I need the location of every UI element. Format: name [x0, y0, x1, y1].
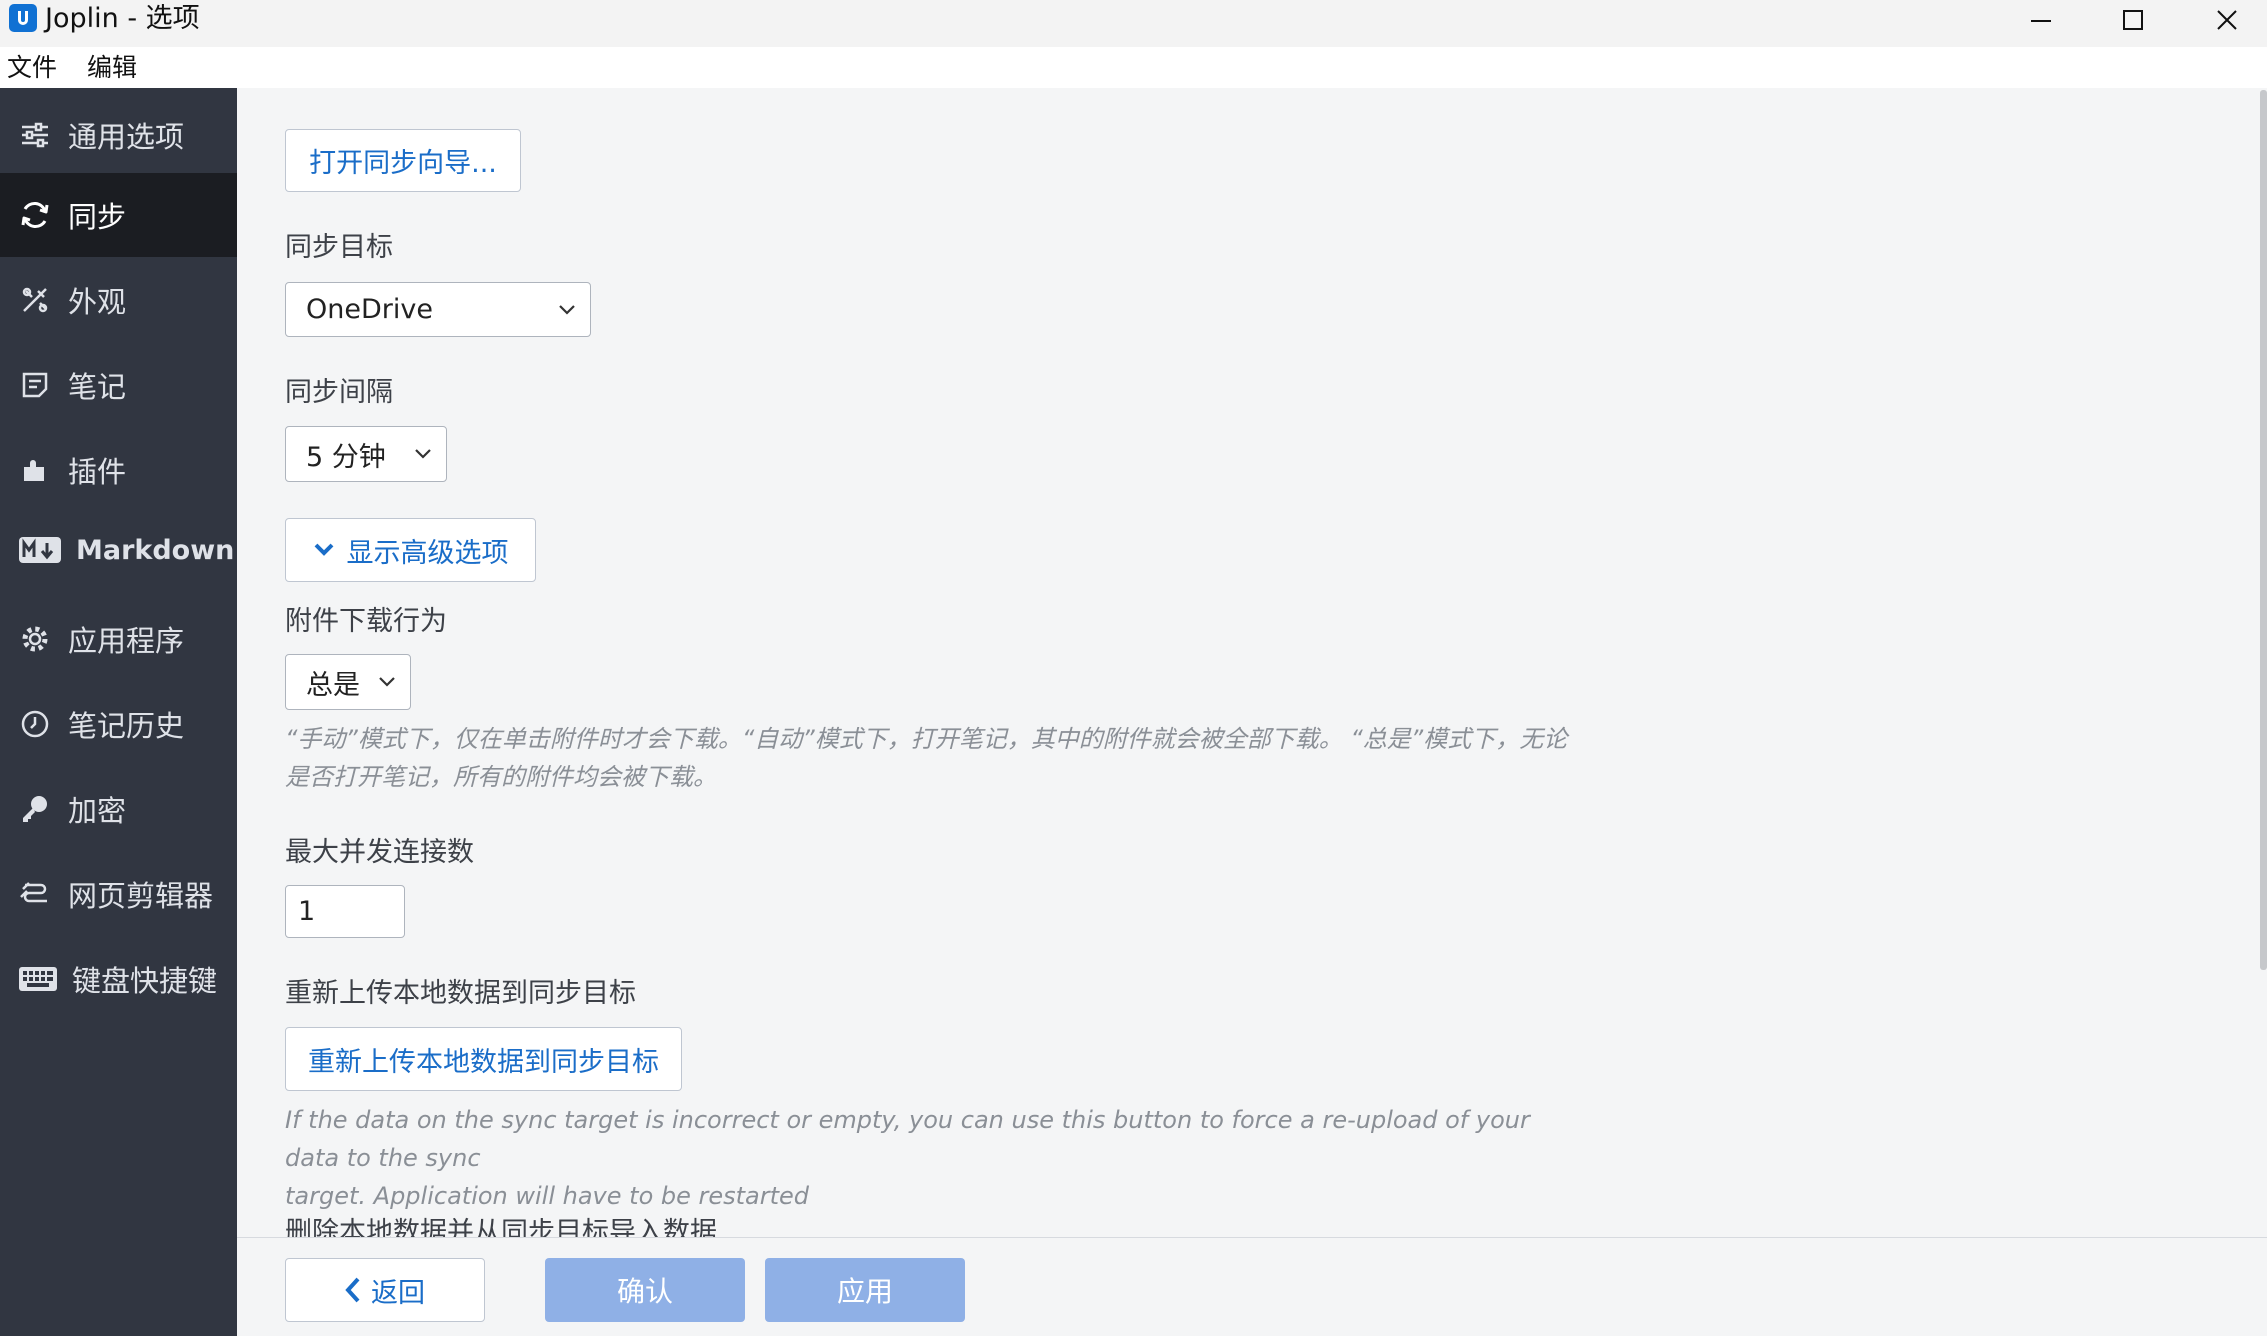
sidebar-item-label: 网页剪辑器 [68, 879, 214, 913]
sidebar-item-web-clipper[interactable]: 网页剪辑器 [0, 852, 237, 936]
attachment-download-label: 附件下载行为 [285, 606, 447, 637]
show-advanced-label: 显示高级选项 [346, 537, 509, 569]
sidebar-item-label: 插件 [68, 455, 127, 489]
attachment-download-help: “手动”模式下，仅在单击附件时才会下载。“自动”模式下，打开笔记，其中的附件就会… [285, 720, 1575, 796]
sidebar-item-encryption[interactable]: 加密 [0, 767, 237, 851]
sidebar-item-plugins[interactable]: 插件 [0, 428, 237, 512]
back-button[interactable]: 返回 [285, 1258, 485, 1322]
sync-wizard-button[interactable]: 打开同步向导... [285, 129, 521, 192]
sync-interval-value: 5 分钟 [306, 441, 386, 473]
close-button[interactable] [2180, 0, 2267, 40]
sidebar-item-label: 同步 [68, 200, 127, 234]
sidebar-item-label: 通用选项 [68, 120, 185, 154]
chevron-down-icon [415, 449, 431, 459]
puzzle-icon [18, 453, 52, 487]
max-connections-input[interactable]: 1 [285, 885, 405, 938]
menu-file[interactable]: 文件 [7, 53, 57, 83]
sidebar-item-general[interactable]: 通用选项 [0, 93, 237, 177]
clipper-icon [18, 877, 52, 911]
delete-local-label: 删除本地数据并从同步目标导入数据 [285, 1217, 717, 1237]
sidebar-item-label: 笔记 [68, 370, 127, 404]
scrollbar[interactable] [2259, 88, 2267, 1237]
window-title: Joplin - 选项 [45, 3, 200, 34]
sync-target-value: OneDrive [306, 294, 433, 325]
reupload-help: If the data on the sync target is incorr… [285, 1101, 1575, 1215]
sidebar-item-appearance[interactable]: 外观 [0, 258, 237, 342]
sidebar-item-label: Markdown [76, 534, 235, 566]
back-label: 返回 [371, 1277, 425, 1309]
attachment-download-select[interactable]: 总是 [285, 654, 411, 710]
footer-bar: 返回 确认 应用 [237, 1237, 2267, 1336]
help-text-line: 是否打开笔记，所有的附件均会被下载。 [285, 763, 717, 791]
max-connections-label: 最大并发连接数 [285, 837, 474, 868]
minimize-button[interactable] [1994, 0, 2088, 40]
ok-button[interactable]: 确认 [545, 1258, 745, 1322]
keyboard-icon [18, 962, 58, 996]
joplin-logo-icon [9, 4, 37, 32]
reupload-label: 重新上传本地数据到同步目标 [285, 978, 636, 1009]
chevron-down-icon [559, 304, 575, 315]
sidebar-item-label: 笔记历史 [68, 709, 185, 743]
sidebar: 通用选项 同步 外观 笔记 插件 Markdown 应用程序 笔记历史 加密 网… [0, 88, 237, 1336]
minimize-icon [2031, 20, 2051, 22]
help-text-line: “手动”模式下，仅在单击附件时才会下载。“自动”模式下，打开笔记，其中的附件就会… [285, 725, 1568, 753]
chevron-down-icon [379, 677, 395, 687]
sync-icon [18, 198, 52, 232]
show-advanced-button[interactable]: 显示高级选项 [285, 518, 536, 582]
apply-button[interactable]: 应用 [765, 1258, 965, 1322]
key-icon [18, 792, 52, 826]
chevron-down-icon [314, 543, 333, 556]
sidebar-item-sync[interactable]: 同步 [0, 173, 237, 257]
sliders-icon [18, 118, 52, 152]
sidebar-item-history[interactable]: 笔记历史 [0, 682, 237, 766]
sidebar-item-shortcuts[interactable]: 键盘快捷键 [0, 937, 237, 1021]
sidebar-item-label: 键盘快捷键 [72, 964, 218, 998]
scrollbar-thumb[interactable] [2260, 90, 2267, 970]
sync-target-label: 同步目标 [285, 232, 393, 263]
sync-target-select[interactable]: OneDrive [285, 282, 591, 337]
palette-icon [18, 283, 52, 317]
maximize-icon [2123, 10, 2143, 30]
gear-icon [18, 622, 52, 656]
title-bar: Joplin - 选项 [0, 0, 2267, 47]
max-connections-value: 1 [298, 896, 316, 927]
markdown-icon [18, 533, 62, 567]
sidebar-item-markdown[interactable]: Markdown [0, 508, 237, 592]
sync-interval-label: 同步间隔 [285, 377, 393, 408]
close-icon [2217, 10, 2237, 30]
attachment-download-value: 总是 [306, 669, 360, 701]
sync-interval-select[interactable]: 5 分钟 [285, 426, 447, 482]
menu-bar: 文件 编辑 [0, 47, 2267, 88]
sidebar-item-label: 外观 [68, 285, 127, 319]
sidebar-item-label: 应用程序 [68, 624, 185, 658]
help-text-line: If the data on the sync target is incorr… [285, 1106, 1530, 1172]
menu-edit[interactable]: 编辑 [87, 53, 137, 83]
maximize-button[interactable] [2086, 0, 2180, 40]
help-text-line: target. Application will have to be rest… [285, 1182, 810, 1210]
history-icon [18, 707, 52, 741]
reupload-button[interactable]: 重新上传本地数据到同步目标 [285, 1027, 682, 1091]
sidebar-item-application[interactable]: 应用程序 [0, 597, 237, 681]
chevron-left-icon [345, 1277, 360, 1303]
sidebar-item-note[interactable]: 笔记 [0, 343, 237, 427]
note-icon [18, 368, 52, 402]
sidebar-item-label: 加密 [68, 794, 127, 828]
